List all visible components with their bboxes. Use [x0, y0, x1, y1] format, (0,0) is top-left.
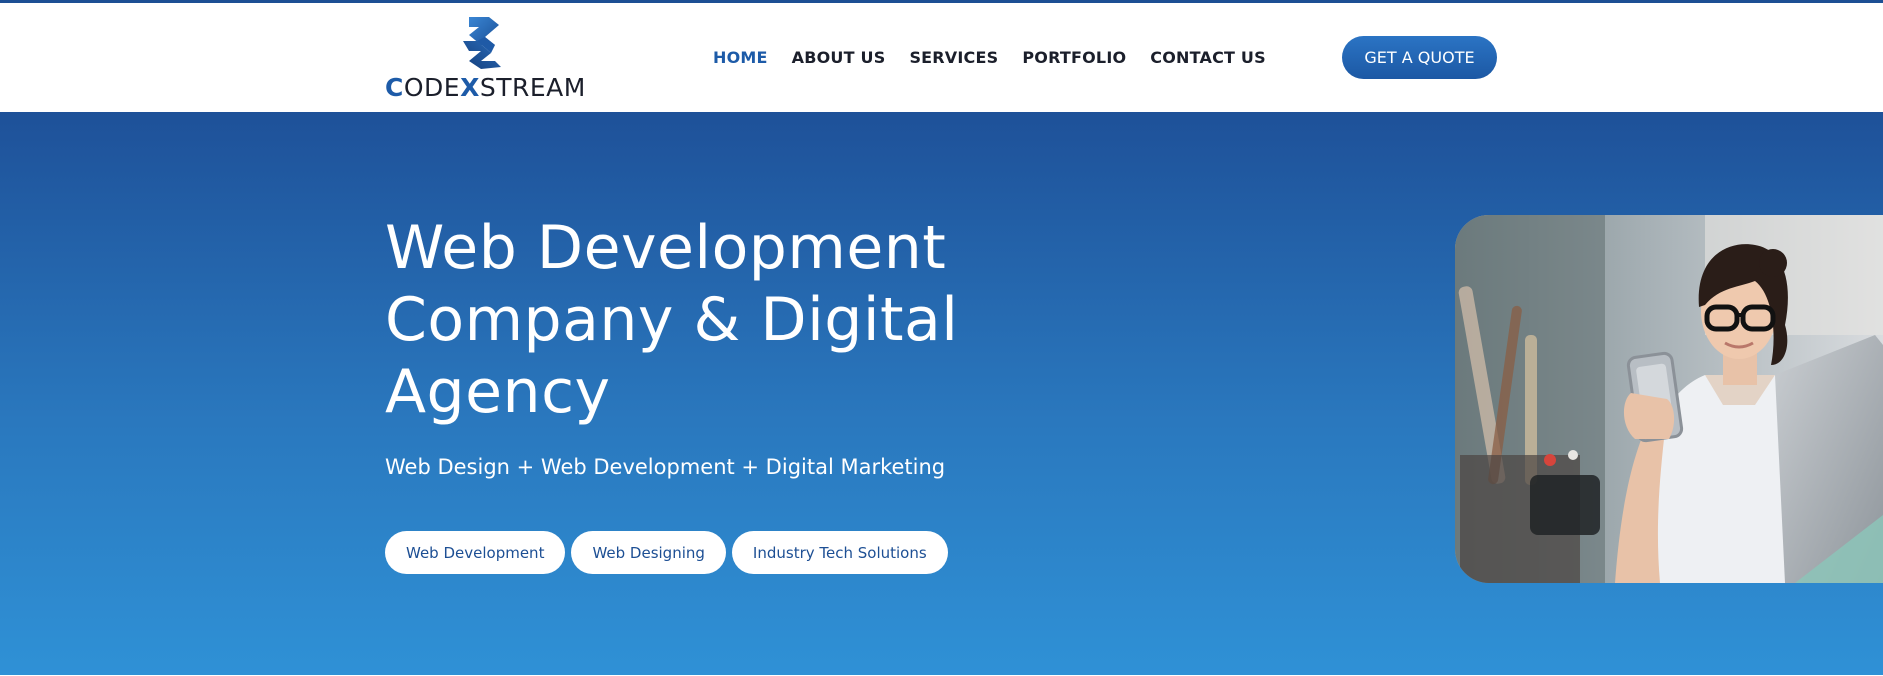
hero-photo: [1455, 215, 1883, 583]
nav-services[interactable]: SERVICES: [909, 48, 998, 67]
nav-home[interactable]: HOME: [713, 48, 768, 67]
site-header: CODEXSTREAM HOME ABOUT US SERVICES PORTF…: [0, 3, 1883, 112]
logo-mark-icon: [463, 17, 501, 69]
hero-title: Web Development Company & Digital Agency: [385, 212, 1005, 428]
hero-title-line-1: Web Development: [385, 213, 947, 283]
hero-title-line-3: Agency: [385, 357, 611, 427]
woman-with-phone-illustration: [1455, 215, 1883, 583]
logo[interactable]: CODEXSTREAM: [385, 13, 585, 105]
pill-web-designing[interactable]: Web Designing: [571, 531, 726, 574]
hero-subtitle: Web Design + Web Development + Digital M…: [385, 455, 946, 479]
main-nav: HOME ABOUT US SERVICES PORTFOLIO CONTACT…: [713, 48, 1266, 67]
pill-industry-tech-solutions[interactable]: Industry Tech Solutions: [731, 531, 948, 574]
nav-contact-us[interactable]: CONTACT US: [1150, 48, 1266, 67]
logo-letter-x: X: [460, 73, 480, 102]
nav-about-us[interactable]: ABOUT US: [792, 48, 886, 67]
pill-web-development[interactable]: Web Development: [385, 531, 566, 574]
logo-letter-c: C: [385, 73, 404, 102]
logo-wordmark: CODEXSTREAM: [385, 75, 586, 100]
logo-letters-ode: ODE: [403, 73, 461, 102]
service-pills: Web Development Web Designing Industry T…: [385, 531, 948, 574]
get-a-quote-button[interactable]: GET A QUOTE: [1342, 36, 1497, 79]
logo-letters-stream: STREAM: [479, 73, 586, 102]
hero-section: Web Development Company & Digital Agency…: [0, 112, 1883, 675]
hero-title-line-2: Company & Digital: [385, 285, 959, 355]
nav-portfolio[interactable]: PORTFOLIO: [1022, 48, 1126, 67]
